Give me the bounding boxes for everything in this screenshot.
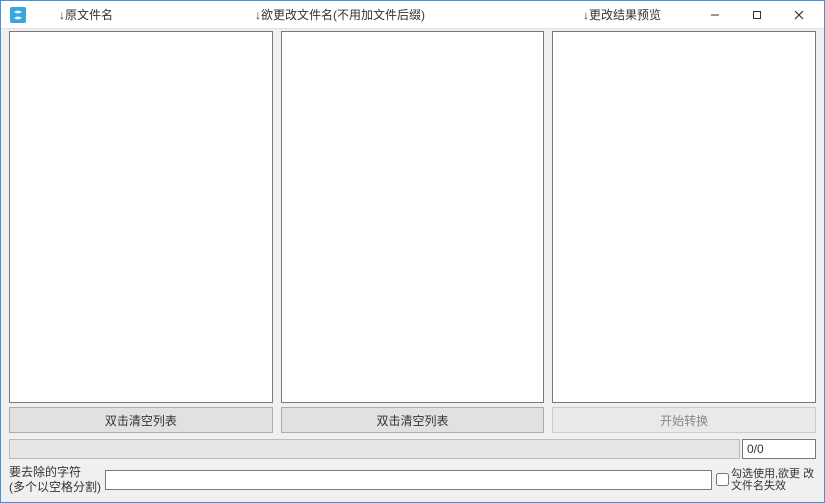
minimize-button[interactable] [694,1,736,28]
start-convert-button[interactable]: 开始转换 [552,407,816,433]
listbox-preview[interactable] [552,31,816,403]
disable-rename-check-wrap[interactable]: 勾选使用,欲更 改文件名失效 [716,468,816,492]
header-label-desired: ↓欲更改文件名(不用加文件后缀) [255,6,425,23]
listbox-desired[interactable] [281,31,545,403]
close-button[interactable] [778,1,820,28]
progress-count: 0/0 [742,439,816,459]
content-area: 双击清空列表 双击清空列表 开始转换 0/0 要去除的字符 (多个以空格分割) … [1,29,824,502]
clear-original-button[interactable]: 双击清空列表 [9,407,273,433]
listbox-original[interactable] [9,31,273,403]
app-icon [9,6,27,24]
app-window: ↓原文件名 ↓欲更改文件名(不用加文件后缀) ↓更改结果预览 双击清空列表 [0,0,825,503]
title-labels: ↓原文件名 ↓欲更改文件名(不用加文件后缀) ↓更改结果预览 [35,1,694,28]
columns: 双击清空列表 双击清空列表 开始转换 [9,31,816,433]
remove-chars-label: 要去除的字符 (多个以空格分割) [9,465,101,494]
header-label-original: ↓原文件名 [59,6,113,23]
column-desired: 双击清空列表 [281,31,545,433]
remove-chars-input[interactable] [105,470,712,490]
column-preview: 开始转换 [552,31,816,433]
window-controls [694,1,820,28]
progress-bar [9,439,740,459]
disable-rename-checkbox[interactable] [716,473,729,486]
maximize-button[interactable] [736,1,778,28]
bottom-row: 要去除的字符 (多个以空格分割) 勾选使用,欲更 改文件名失效 [9,465,816,494]
clear-desired-button[interactable]: 双击清空列表 [281,407,545,433]
titlebar: ↓原文件名 ↓欲更改文件名(不用加文件后缀) ↓更改结果预览 [1,1,824,29]
progress-row: 0/0 [9,439,816,459]
column-original: 双击清空列表 [9,31,273,433]
header-label-preview: ↓更改结果预览 [583,6,661,23]
disable-rename-label: 勾选使用,欲更 改文件名失效 [731,468,816,492]
